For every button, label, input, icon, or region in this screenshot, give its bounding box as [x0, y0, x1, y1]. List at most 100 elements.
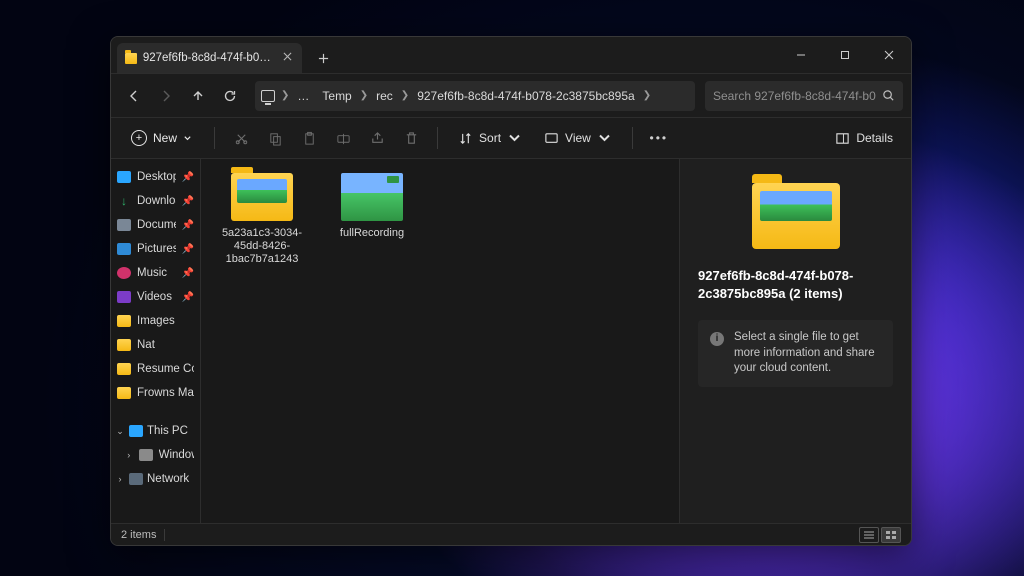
pc-icon	[261, 90, 275, 102]
sidebar-item-downloads[interactable]: ↓Downloads📌	[111, 189, 200, 213]
breadcrumb-current[interactable]: 927ef6fb-8c8d-474f-b078-2c3875bc895a	[413, 87, 639, 105]
details-pane: 927ef6fb-8c8d-474f-b078-2c3875bc895a (2 …	[679, 159, 911, 523]
network-icon	[129, 473, 143, 485]
sidebar-item-drive[interactable]: ›Windows	[111, 443, 200, 467]
folder-icon	[117, 387, 131, 399]
chevron-right-icon: ›	[125, 450, 133, 460]
item-name: 5a23a1c3-3034-45dd-8426-1bac7b7a1243	[219, 227, 305, 267]
sidebar-this-pc[interactable]: ⌄This PC	[111, 419, 200, 443]
pin-icon: 📌	[182, 196, 194, 207]
refresh-button[interactable]	[215, 81, 245, 111]
tab-strip: 927ef6fb-8c8d-474f-b078-2c3	[111, 37, 338, 73]
disk-icon	[139, 449, 153, 461]
up-button[interactable]	[183, 81, 213, 111]
status-bar: 2 items	[111, 523, 911, 545]
navigation-row: ❯ … Temp ❯ rec ❯ 927ef6fb-8c8d-474f-b078…	[111, 73, 911, 117]
command-bar: + New Sort View •••	[111, 117, 911, 159]
chevron-right-icon: ❯	[281, 90, 289, 101]
rename-button[interactable]	[329, 124, 357, 152]
desktop-wallpaper: 927ef6fb-8c8d-474f-b078-2c3	[0, 0, 1024, 576]
sidebar-item-resume[interactable]: Resume Co	[111, 357, 200, 381]
share-button[interactable]	[363, 124, 391, 152]
pin-icon: 📌	[182, 244, 194, 255]
minimize-button[interactable]	[779, 37, 823, 73]
forward-button[interactable]	[151, 81, 181, 111]
sidebar-item-music[interactable]: Music📌	[111, 261, 200, 285]
sidebar-item-videos[interactable]: Videos📌	[111, 285, 200, 309]
titlebar: 927ef6fb-8c8d-474f-b078-2c3	[111, 37, 911, 73]
pin-icon: 📌	[182, 268, 194, 279]
sidebar-item-documents[interactable]: Documents📌	[111, 213, 200, 237]
item-name: fullRecording	[340, 227, 404, 240]
info-icon: i	[710, 332, 724, 346]
sidebar-item-desktop[interactable]: Desktop📌	[111, 165, 200, 189]
new-tab-button[interactable]	[308, 43, 338, 73]
desktop-icon	[117, 171, 131, 183]
copy-button[interactable]	[261, 124, 289, 152]
chevron-down-icon	[597, 131, 612, 146]
sidebar-item-nat[interactable]: Nat	[111, 333, 200, 357]
preview-note-text: Select a single file to get more informa…	[734, 330, 881, 377]
details-label: Details	[856, 131, 893, 145]
image-thumbnail-icon	[341, 173, 403, 221]
preview-title: 927ef6fb-8c8d-474f-b078-2c3875bc895a (2 …	[698, 267, 893, 302]
document-icon	[117, 219, 131, 231]
search-box[interactable]	[705, 81, 903, 111]
chevron-down-icon	[183, 134, 192, 143]
file-item[interactable]: fullRecording	[329, 173, 415, 240]
sort-icon	[458, 131, 473, 146]
breadcrumb-temp[interactable]: Temp	[318, 87, 355, 105]
plus-circle-icon: +	[131, 130, 147, 146]
folder-icon	[117, 315, 131, 327]
maximize-button[interactable]	[823, 37, 867, 73]
large-icons-view-toggle[interactable]	[881, 527, 901, 543]
new-button[interactable]: + New	[121, 126, 202, 150]
close-tab-icon[interactable]	[283, 52, 292, 64]
sidebar-item-pictures[interactable]: Pictures📌	[111, 237, 200, 261]
window-body: Desktop📌 ↓Downloads📌 Documents📌 Pictures…	[111, 159, 911, 523]
sidebar-item-images[interactable]: Images	[111, 309, 200, 333]
folder-item[interactable]: 5a23a1c3-3034-45dd-8426-1bac7b7a1243	[219, 173, 305, 267]
download-icon: ↓	[117, 195, 131, 207]
items-view[interactable]: 5a23a1c3-3034-45dd-8426-1bac7b7a1243 ful…	[201, 159, 679, 523]
videos-icon	[117, 291, 131, 303]
tab-active[interactable]: 927ef6fb-8c8d-474f-b078-2c3	[117, 43, 302, 73]
chevron-right-icon: ❯	[360, 90, 368, 101]
breadcrumb-overflow[interactable]: …	[293, 87, 314, 105]
details-pane-button[interactable]: Details	[827, 127, 901, 150]
paste-button[interactable]	[295, 124, 323, 152]
file-explorer-window: 927ef6fb-8c8d-474f-b078-2c3	[110, 36, 912, 546]
chevron-down-icon: ⌄	[115, 426, 125, 437]
breadcrumb-rec[interactable]: rec	[372, 87, 397, 105]
view-icon	[544, 131, 559, 146]
close-window-button[interactable]	[867, 37, 911, 73]
more-button[interactable]: •••	[645, 124, 673, 152]
sidebar-item-frowns[interactable]: Frowns Ma	[111, 381, 200, 405]
back-button[interactable]	[119, 81, 149, 111]
folder-icon	[117, 363, 131, 375]
sidebar-network[interactable]: ›Network	[111, 467, 200, 491]
chevron-right-icon: ❯	[643, 90, 651, 101]
delete-button[interactable]	[397, 124, 425, 152]
pc-icon	[129, 425, 143, 437]
status-item-count: 2 items	[121, 529, 156, 541]
pin-icon: 📌	[182, 292, 194, 303]
pin-icon: 📌	[182, 172, 194, 183]
view-button[interactable]: View	[536, 127, 620, 150]
view-label: View	[565, 131, 591, 145]
tab-title: 927ef6fb-8c8d-474f-b078-2c3	[143, 52, 271, 64]
chevron-down-icon	[507, 131, 522, 146]
sort-label: Sort	[479, 131, 501, 145]
chevron-right-icon: ❯	[401, 90, 409, 101]
window-controls	[779, 37, 911, 73]
cut-button[interactable]	[227, 124, 255, 152]
search-input[interactable]	[713, 89, 876, 103]
preview-info-note: i Select a single file to get more infor…	[698, 320, 893, 387]
details-view-toggle[interactable]	[859, 527, 879, 543]
folder-thumbnail-icon	[231, 173, 293, 221]
details-icon	[835, 131, 850, 146]
sort-button[interactable]: Sort	[450, 127, 530, 150]
search-icon	[882, 89, 895, 102]
address-bar[interactable]: ❯ … Temp ❯ rec ❯ 927ef6fb-8c8d-474f-b078…	[255, 81, 695, 111]
folder-icon	[125, 53, 137, 64]
